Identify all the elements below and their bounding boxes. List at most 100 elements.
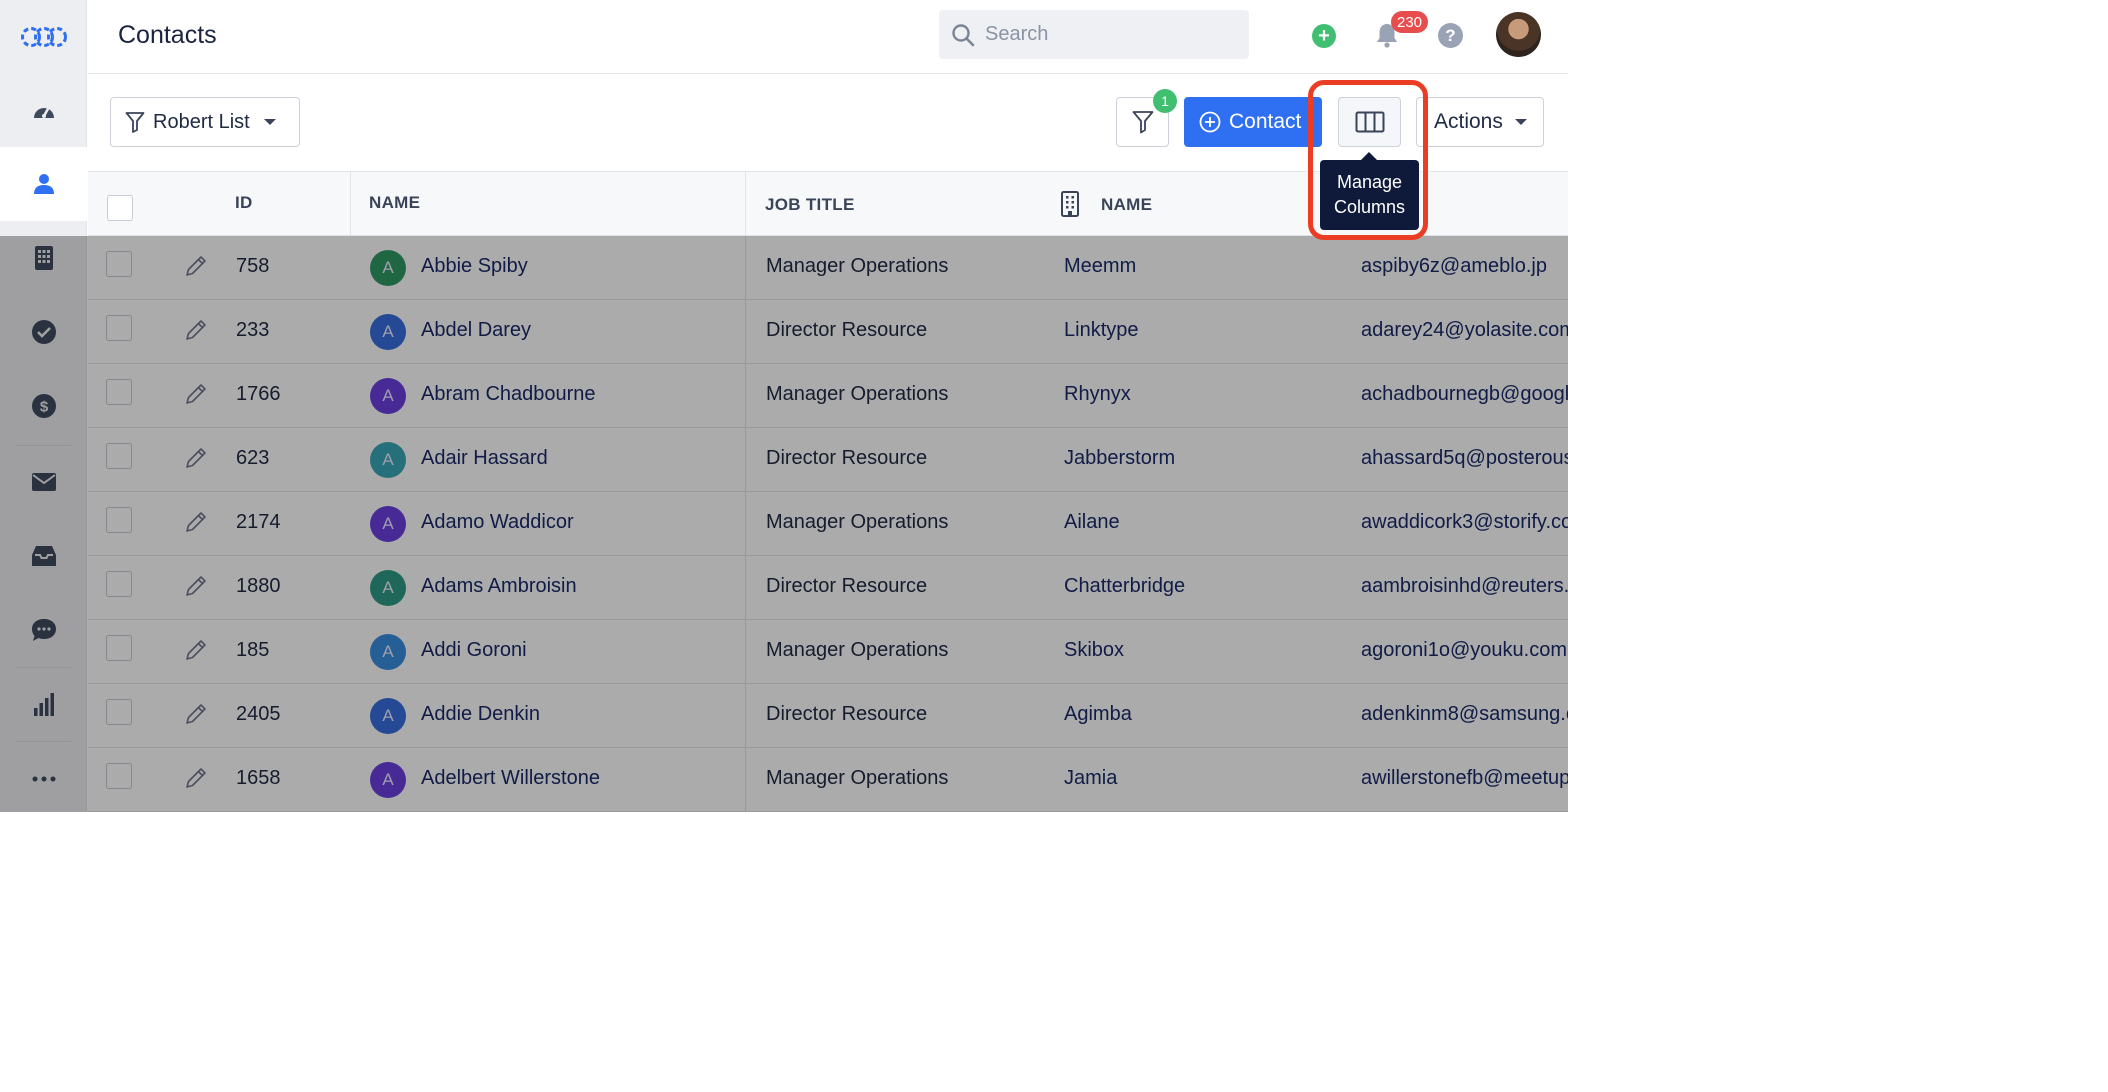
app-logo[interactable] — [0, 0, 87, 73]
row-checkbox[interactable] — [106, 443, 132, 469]
pencil-icon[interactable] — [184, 510, 208, 534]
pencil-icon[interactable] — [184, 574, 208, 598]
search-icon — [952, 23, 975, 46]
table-row[interactable]: 1880 A Adams Ambroisin Director Resource… — [88, 556, 1568, 620]
table-row[interactable]: 2405 A Addie Denkin Director Resource Ag… — [88, 684, 1568, 748]
cell-email-link[interactable]: ahassard5q@posterous.com — [1361, 447, 1568, 470]
sidebar-item-dashboard[interactable] — [0, 73, 87, 147]
building-icon — [34, 246, 53, 270]
table-row[interactable]: 758 A Abbie Spiby Manager Operations Mee… — [88, 236, 1568, 300]
cell-name-link[interactable]: Adams Ambroisin — [421, 575, 577, 598]
table-row[interactable]: 185 A Addi Goroni Manager Operations Ski… — [88, 620, 1568, 684]
user-avatar[interactable] — [1496, 12, 1541, 57]
row-checkbox[interactable] — [106, 571, 132, 597]
column-header-company-name[interactable]: NAME — [1101, 195, 1152, 215]
cell-company-link[interactable]: Linktype — [1064, 319, 1139, 342]
cell-company-link[interactable]: Agimba — [1064, 703, 1132, 726]
quick-add-button[interactable]: + — [1312, 24, 1336, 48]
cell-email-link[interactable]: aspiby6z@ameblo.jp — [1361, 255, 1547, 278]
avatar: A — [370, 378, 406, 414]
avatar-initial: A — [382, 322, 394, 341]
row-checkbox[interactable] — [106, 251, 132, 277]
cell-job-title: Manager Operations — [766, 639, 949, 661]
row-checkbox[interactable] — [106, 635, 132, 661]
help-button[interactable]: ? — [1438, 23, 1463, 48]
row-checkbox[interactable] — [106, 379, 132, 405]
cell-company-link[interactable]: Chatterbridge — [1064, 575, 1185, 598]
cell-company-link[interactable]: Ailane — [1064, 511, 1120, 534]
pencil-icon[interactable] — [184, 382, 208, 406]
pencil-icon[interactable] — [184, 254, 208, 278]
sidebar-item-deals[interactable]: $ — [0, 369, 87, 443]
cell-email-link[interactable]: awaddicork3@storify.com — [1361, 511, 1568, 534]
add-contact-button[interactable]: Contact — [1184, 97, 1322, 147]
avatar-initial: A — [382, 450, 394, 469]
table-row[interactable]: 1766 A Abram Chadbourne Manager Operatio… — [88, 364, 1568, 428]
sidebar-item-chat[interactable] — [0, 593, 87, 667]
pencil-icon[interactable] — [184, 446, 208, 470]
search-input[interactable] — [985, 23, 1225, 46]
cell-id: 1880 — [236, 575, 281, 597]
column-divider — [745, 236, 746, 300]
pencil-icon[interactable] — [184, 702, 208, 726]
cell-email-link[interactable]: agoroni1o@youku.com — [1361, 639, 1567, 662]
row-checkbox[interactable] — [106, 699, 132, 725]
column-header-name[interactable]: NAME — [369, 193, 420, 213]
pencil-icon[interactable] — [184, 638, 208, 662]
pencil-icon[interactable] — [184, 766, 208, 790]
cell-name-link[interactable]: Adamo Waddicor — [421, 511, 574, 534]
question-icon: ? — [1445, 25, 1456, 45]
dollar-icon: $ — [31, 394, 56, 418]
avatar-initial: A — [382, 386, 394, 405]
column-divider — [745, 748, 746, 812]
search-box[interactable] — [939, 10, 1249, 59]
cell-company-link[interactable]: Rhynyx — [1064, 383, 1131, 406]
cell-name-link[interactable]: Addi Goroni — [421, 639, 527, 662]
cell-company-link[interactable]: Jamia — [1064, 767, 1117, 790]
tooltip-text: Manage Columns — [1333, 172, 1406, 217]
cell-job-title: Manager Operations — [766, 383, 949, 405]
actions-label: Actions — [1434, 110, 1503, 133]
cell-email-link[interactable]: adenkinm8@samsung.com — [1361, 703, 1568, 726]
select-all-checkbox[interactable] — [107, 195, 133, 221]
table-row[interactable]: 623 A Adair Hassard Director Resource Ja… — [88, 428, 1568, 492]
cell-name-link[interactable]: Abbie Spiby — [421, 255, 528, 278]
cell-name-link[interactable]: Abdel Darey — [421, 319, 531, 342]
table-row[interactable]: 2174 A Adamo Waddicor Manager Operations… — [88, 492, 1568, 556]
cell-id: 185 — [236, 639, 270, 661]
inbox-icon — [31, 546, 56, 566]
sidebar-item-companies[interactable] — [0, 221, 87, 295]
cell-company-link[interactable]: Skibox — [1064, 639, 1124, 662]
cell-name-link[interactable]: Addie Denkin — [421, 703, 540, 726]
cell-name-link[interactable]: Adelbert Willerstone — [421, 767, 600, 790]
row-checkbox[interactable] — [106, 763, 132, 789]
sidebar-item-reports[interactable] — [0, 668, 87, 742]
sidebar-item-tasks[interactable] — [0, 295, 87, 369]
cell-id: 2174 — [236, 511, 281, 533]
cell-email-link[interactable]: adarey24@yolasite.com — [1361, 319, 1568, 342]
actions-dropdown[interactable]: Actions — [1416, 97, 1544, 147]
manage-columns-button[interactable] — [1338, 97, 1401, 147]
cell-email-link[interactable]: aambroisinhd@reuters.com — [1361, 575, 1568, 598]
cell-email-link[interactable]: achadbournegb@google.com — [1361, 383, 1568, 406]
list-selector-dropdown[interactable]: Robert List — [110, 97, 300, 147]
plus-circle-icon — [1199, 111, 1221, 133]
table-row[interactable]: 1658 A Adelbert Willerstone Manager Oper… — [88, 748, 1568, 812]
table-row[interactable]: 233 A Abdel Darey Director Resource Link… — [88, 300, 1568, 364]
cell-company-link[interactable]: Jabberstorm — [1064, 447, 1175, 470]
cell-name-link[interactable]: Abram Chadbourne — [421, 383, 596, 406]
sidebar-item-contacts[interactable] — [0, 147, 87, 221]
cell-company-link[interactable]: Meemm — [1064, 255, 1136, 278]
column-header-job-title[interactable]: JOB TITLE — [765, 195, 855, 215]
column-header-id[interactable]: ID — [235, 193, 253, 213]
row-checkbox[interactable] — [106, 315, 132, 341]
pencil-icon[interactable] — [184, 318, 208, 342]
cell-email-link[interactable]: awillerstonefb@meetup.com — [1361, 767, 1568, 790]
avatar: A — [370, 250, 406, 286]
check-circle-icon — [31, 320, 56, 344]
sidebar-item-email[interactable] — [0, 445, 87, 519]
row-checkbox[interactable] — [106, 507, 132, 533]
sidebar-item-inbox[interactable] — [0, 519, 87, 593]
sidebar-item-more[interactable] — [0, 742, 87, 816]
cell-name-link[interactable]: Adair Hassard — [421, 447, 548, 470]
